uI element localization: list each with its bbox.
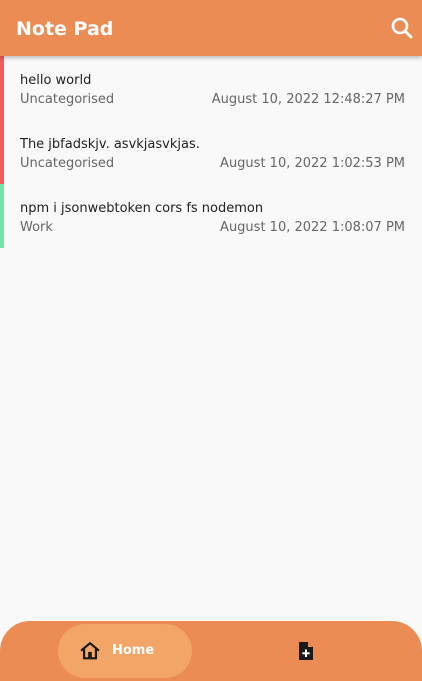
note-list: hello world Uncategorised August 10, 202… bbox=[0, 56, 422, 248]
note-category-stripe bbox=[0, 120, 4, 184]
note-title: hello world bbox=[20, 73, 92, 88]
bottom-nav: Home bbox=[0, 621, 422, 681]
note-date: August 10, 2022 1:02:53 PM bbox=[220, 156, 405, 171]
home-tab[interactable]: Home bbox=[58, 624, 192, 678]
app-bar: Note Pad bbox=[0, 0, 422, 56]
note-date: August 10, 2022 1:08:07 PM bbox=[220, 220, 405, 235]
note-category-stripe bbox=[0, 56, 4, 120]
note-category: Uncategorised bbox=[20, 92, 115, 107]
home-icon bbox=[80, 642, 100, 660]
note-item[interactable]: The jbfadskjv. asvkjasvkjas. Uncategoris… bbox=[0, 120, 422, 184]
note-category: Work bbox=[20, 220, 53, 235]
note-item[interactable]: hello world Uncategorised August 10, 202… bbox=[0, 56, 422, 120]
note-title: npm i jsonwebtoken cors fs nodemon bbox=[20, 201, 264, 216]
search-icon bbox=[391, 17, 413, 39]
note-pad-app: Note Pad hello world Uncategorised Augus… bbox=[0, 0, 422, 681]
note-item[interactable]: npm i jsonwebtoken cors fs nodemon Work … bbox=[0, 184, 422, 248]
note-category-stripe bbox=[0, 184, 4, 248]
app-title: Note Pad bbox=[16, 18, 114, 40]
note-category: Uncategorised bbox=[20, 156, 115, 171]
search-button[interactable] bbox=[388, 14, 416, 42]
note-title: The jbfadskjv. asvkjasvkjas. bbox=[20, 137, 200, 152]
new-note-icon bbox=[299, 642, 313, 660]
new-note-button[interactable] bbox=[290, 635, 322, 667]
note-date: August 10, 2022 12:48:27 PM bbox=[211, 92, 405, 107]
home-tab-label: Home bbox=[112, 643, 155, 658]
